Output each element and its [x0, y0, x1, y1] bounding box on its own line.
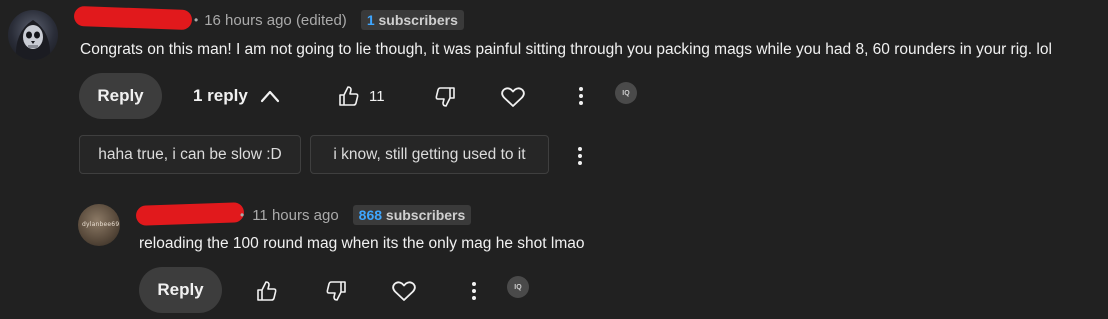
- chevron-up-icon: [260, 90, 279, 103]
- suggested-reply-chip[interactable]: i know, still getting used to it: [310, 135, 549, 174]
- more-vertical-icon: [578, 147, 582, 165]
- replies-toggle[interactable]: 1 reply: [193, 85, 280, 107]
- heart-button[interactable]: [391, 278, 417, 304]
- extension-icon[interactable]: IQ: [615, 82, 637, 104]
- separator-dot: •: [194, 13, 199, 27]
- dislike-button[interactable]: [323, 278, 349, 304]
- subscriber-badge: 1 subscribers: [360, 10, 464, 30]
- redacted-author-name: [135, 202, 245, 226]
- avatar-caption: dylanbee69: [82, 221, 120, 228]
- reply-text: reloading the 100 round mag when its the…: [139, 235, 585, 252]
- more-vertical-icon: [472, 282, 476, 300]
- comment-timestamp[interactable]: 16 hours ago (edited): [204, 12, 347, 29]
- thumbs-up-icon: [257, 281, 277, 301]
- reply-timestamp[interactable]: 11 hours ago: [252, 207, 338, 224]
- subscriber-label: subscribers: [378, 12, 458, 28]
- suggested-reply-chip[interactable]: haha true, i can be slow :D: [79, 135, 301, 174]
- thumbs-down-icon: [326, 281, 346, 301]
- comment-author-avatar[interactable]: [8, 10, 58, 60]
- more-options-button[interactable]: [463, 279, 485, 303]
- comment-text: Congrats on this man! I am not going to …: [80, 41, 1052, 58]
- comment-header: • 16 hours ago (edited) 1 subscribers: [194, 10, 464, 30]
- subscriber-badge: 868 subscribers: [352, 205, 472, 225]
- thumbs-up-icon: [339, 86, 359, 106]
- subscriber-count: 868: [358, 207, 383, 223]
- thumbs-down-icon: [435, 87, 455, 107]
- heart-button[interactable]: [500, 84, 526, 110]
- subscriber-count: 1: [366, 12, 375, 28]
- reply-author-avatar[interactable]: dylanbee69: [78, 204, 120, 246]
- like-button[interactable]: 11: [337, 84, 385, 108]
- heart-icon: [392, 281, 416, 301]
- extension-icon[interactable]: IQ: [507, 276, 529, 298]
- heart-icon: [501, 87, 525, 107]
- more-vertical-icon: [579, 87, 583, 105]
- skull-hooded-avatar-icon: [15, 20, 51, 60]
- redacted-author-name: [73, 5, 193, 31]
- reply-button[interactable]: Reply: [139, 267, 222, 313]
- reply-button[interactable]: Reply: [79, 73, 162, 119]
- dislike-button[interactable]: [432, 84, 458, 110]
- like-button[interactable]: [254, 278, 280, 304]
- subscriber-label: subscribers: [385, 207, 466, 223]
- reply-header: • 11 hours ago 868 subscribers: [240, 205, 472, 225]
- more-options-button[interactable]: [570, 84, 592, 108]
- separator-dot: •: [240, 208, 245, 222]
- suggestions-more-button[interactable]: [569, 145, 591, 167]
- replies-count-label: 1 reply: [193, 86, 248, 105]
- like-count: 11: [369, 87, 385, 105]
